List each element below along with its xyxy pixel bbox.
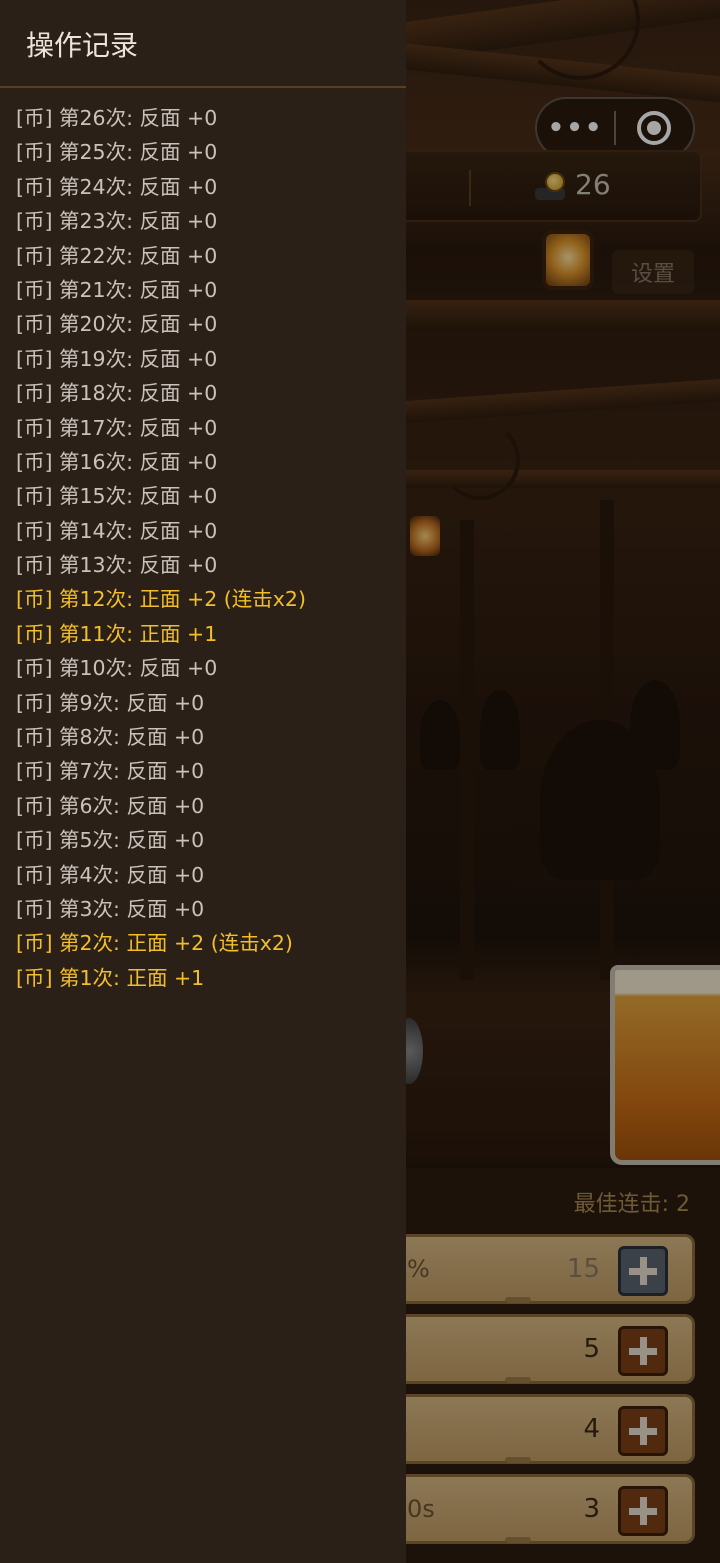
drawer-header: 操作记录: [0, 0, 406, 88]
log-item: [币] 第22次: 反面 +0: [16, 243, 218, 268]
log-item: [币] 第4次: 反面 +0: [16, 862, 205, 887]
log-item: [币] 第2次: 正面 +2 (连击x2): [16, 931, 293, 956]
log-item: [币] 第23次: 反面 +0: [16, 209, 218, 234]
log-list: [币] 第26次: 反面 +0 [币] 第25次: 反面 +0 [币] 第24次: …: [16, 100, 402, 994]
operation-log-drawer: 操作记录 [币] 第26次: 反面 +0 [币] 第25次: 反面 +0 [币] 第…: [0, 0, 406, 1563]
log-item: [币] 第15次: 反面 +0: [16, 484, 218, 509]
log-item: [币] 第21次: 反面 +0: [16, 277, 218, 302]
log-item: [币] 第11次: 正面 +1: [16, 621, 218, 646]
log-item: [币] 第9次: 反面 +0: [16, 690, 205, 715]
log-item: [币] 第7次: 反面 +0: [16, 759, 205, 784]
log-item: [币] 第6次: 反面 +0: [16, 793, 205, 818]
log-item: [币] 第17次: 反面 +0: [16, 415, 218, 440]
log-item: [币] 第12次: 正面 +2 (连击x2): [16, 587, 306, 612]
log-item: [币] 第10次: 反面 +0: [16, 656, 218, 681]
log-item: [币] 第19次: 反面 +0: [16, 346, 218, 371]
log-item: [币] 第3次: 反面 +0: [16, 896, 205, 921]
log-item: [币] 第13次: 反面 +0: [16, 553, 218, 578]
log-item: [币] 第16次: 反面 +0: [16, 449, 218, 474]
log-item: [币] 第1次: 正面 +1: [16, 965, 205, 990]
log-item: [币] 第24次: 反面 +0: [16, 174, 218, 199]
log-item: [币] 第8次: 反面 +0: [16, 725, 205, 750]
log-item: [币] 第18次: 反面 +0: [16, 381, 218, 406]
drawer-title: 操作记录: [26, 29, 139, 62]
log-item: [币] 第25次: 反面 +0: [16, 140, 218, 165]
log-item: [币] 第26次: 反面 +0: [16, 106, 218, 130]
log-item: [币] 第14次: 反面 +0: [16, 518, 218, 543]
log-item: [币] 第5次: 反面 +0: [16, 828, 205, 853]
log-item: [币] 第20次: 反面 +0: [16, 312, 218, 337]
